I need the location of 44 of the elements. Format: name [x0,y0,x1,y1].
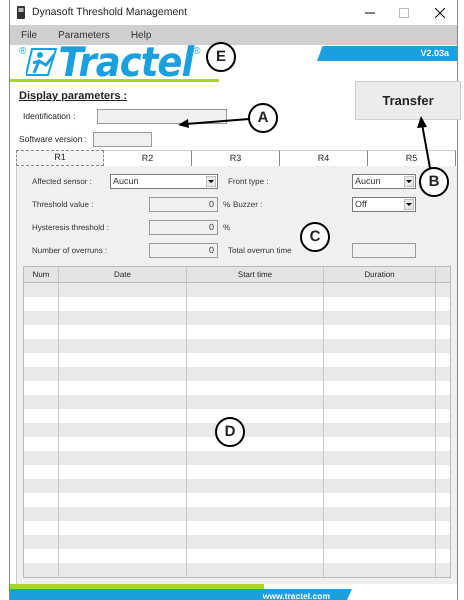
field-label: Buzzer : [233,198,262,210]
text-field[interactable]: 0 [149,243,218,258]
footer-banner: www.tractel.com [10,589,352,600]
field-label: Total overrun time [228,244,292,256]
menu-item[interactable]: File [21,28,38,42]
registered-mark: ® [193,47,201,57]
dropdown[interactable]: Aucun [110,174,218,189]
caret-icon [404,176,414,187]
unit-label: % [223,198,228,210]
callout-marker: A [248,103,278,133]
column-header[interactable]: Date [59,267,187,282]
logo-text: Tractel [58,45,194,81]
menu-item[interactable]: Parameters [58,28,110,42]
unit-label: % [223,222,230,234]
close-icon[interactable] [435,8,445,18]
field-label: Threshold value : [32,198,94,210]
app-icon [16,6,26,19]
text-field[interactable]: 0 [149,220,218,235]
section-heading: Display parameters : [19,89,128,104]
field-label: Affected sensor : [32,176,93,188]
caret-icon [206,176,216,187]
field-label: Front type : [228,176,268,188]
caret-icon [404,199,414,210]
field-label: Identification : [23,110,76,122]
text-field[interactable] [93,132,152,146]
field-label: Number of overruns : [32,244,108,256]
field-label: Software version : [19,132,88,146]
transfer-button[interactable]: Transfer [355,81,461,120]
registered-mark: ® [19,47,26,57]
column-header[interactable]: Duration [324,267,436,282]
menu-item[interactable]: Help [130,28,152,42]
logo-figure-icon [26,47,58,77]
window-title: Dynasoft Threshold Management [32,4,188,20]
callout-marker: E [206,42,236,72]
column-header[interactable]: Num [24,267,59,282]
dropdown[interactable]: Off [352,197,416,212]
dropdown[interactable]: Aucun [352,174,416,189]
version-banner: V2.03a [317,46,457,61]
field-label: Hysteresis threshold : [32,222,110,234]
column-header[interactable]: Start time [187,267,324,282]
text-field[interactable] [97,108,227,124]
tab[interactable]: R1 [16,150,104,166]
text-field[interactable]: 0 [149,197,218,212]
text-field[interactable] [352,243,416,258]
